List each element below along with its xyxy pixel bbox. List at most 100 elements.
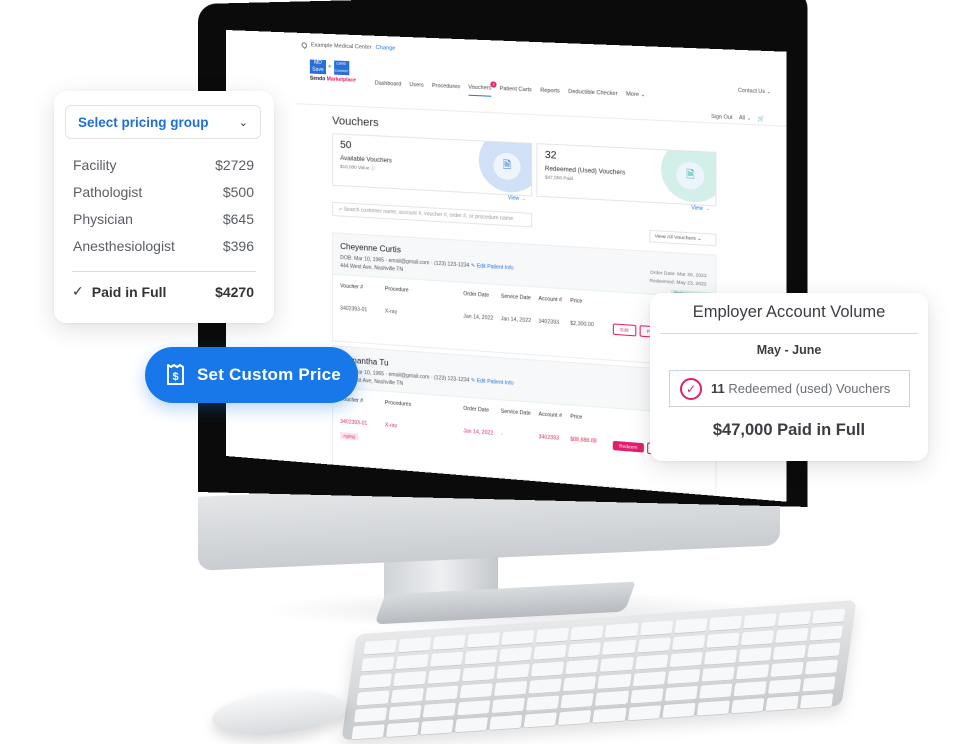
keyboard-key [425, 685, 459, 702]
redeem-button[interactable]: Redeem [612, 440, 644, 453]
keyboard-key [767, 678, 802, 695]
keyboard-key [627, 705, 661, 722]
keyboard-key [738, 647, 772, 664]
patient-address: 444 West Ave, Nashville TN [340, 263, 404, 273]
keyboard-key [563, 676, 597, 693]
keyboard-key [393, 671, 427, 688]
keyboard-key [489, 714, 523, 731]
nav-users[interactable]: Users [409, 82, 423, 94]
keyboard-key [560, 693, 595, 710]
patient-name: Cheyenne Curtis [340, 241, 401, 255]
edit-button[interactable]: Edit [612, 323, 637, 337]
keyboard-key [701, 666, 735, 683]
page-title: Vouchers [332, 114, 379, 130]
stat-sub: $47,000 Paid [544, 174, 573, 182]
nav-procedures[interactable]: Procedures [432, 83, 460, 95]
keyboard-key [811, 608, 846, 625]
keyboard-key [802, 676, 836, 693]
keyboard-key [636, 637, 671, 654]
keyboard-key [390, 687, 425, 705]
keyboard-key [770, 661, 804, 678]
redeemed-vouchers-card[interactable]: 🗎 32 Redeemed (Used) Vouchers $47,000 Pa… [536, 143, 717, 207]
keyboard-key [430, 651, 464, 668]
keyboard-key [491, 697, 526, 714]
user-controls: Sign Out All ⌄ 🛒 [711, 114, 764, 123]
keyboard-key [523, 712, 558, 729]
location-bar: Example Medical Center Change [300, 41, 396, 52]
keyboard-key [639, 620, 673, 637]
nav-dashboard[interactable]: Dashboard [375, 80, 402, 92]
keyboard-key [600, 656, 634, 673]
keyboard-key [809, 625, 843, 642]
view-all-vouchers-select[interactable]: View All Vouchers ⌄ [649, 229, 717, 247]
change-location-link[interactable]: Change [376, 45, 396, 52]
pricing-group-select[interactable]: Select pricing group ⌄ [65, 105, 261, 139]
total-paid: $47,000 Paid in Full [712, 421, 866, 439]
employer-account-volume-card: Employer Account Volume May - June ✓ 11 … [650, 293, 928, 461]
keyboard-key [742, 613, 777, 630]
keyboard-key [703, 649, 738, 666]
nav-vouchers[interactable]: Vouchers 3 [468, 81, 497, 97]
stat-label: Available Vouchers [340, 155, 393, 165]
keyboard-key [533, 644, 567, 661]
cart-icon[interactable]: 🛒 [758, 116, 765, 123]
logo[interactable]: MD Save + CARE Connect Sendo Marketplace [309, 59, 357, 84]
keyboard-key [708, 615, 742, 632]
logo-plus: + [328, 64, 332, 71]
keyboard-key [807, 642, 841, 659]
nav-more[interactable]: More ⌄ [626, 91, 645, 103]
keyboard-key [464, 649, 498, 666]
edit-patient-info-link[interactable]: ✎ Edit Patient Info [471, 263, 514, 272]
keyboard-key [558, 710, 592, 727]
keyboard-key [765, 695, 799, 712]
keyboard-key [661, 702, 696, 720]
keyboard-key [705, 632, 740, 649]
redeemed-count: 11 [711, 381, 725, 396]
mouse [210, 685, 348, 741]
patient-dates: Order Date: Mar 29, 2022 Redeemed: May 2… [649, 269, 707, 287]
receipt-dollar-icon: $ [167, 364, 184, 385]
card-title: Employer Account Volume [692, 303, 886, 321]
keyboard-key [385, 721, 420, 739]
keyboard-key [427, 668, 462, 685]
paid-in-full-row: ✓ Paid in Full $4270 [72, 283, 254, 300]
keyboard-key [730, 698, 765, 715]
document-search-icon: 🗎 [493, 152, 521, 181]
keyboard-key [351, 724, 385, 741]
keyboard-key [698, 683, 733, 700]
keyboard-key [772, 644, 807, 662]
care-connect-logo: CARE Connect [333, 60, 349, 76]
keyboard-key [422, 702, 457, 719]
nav-deductible-checker[interactable]: Deductible Checker [568, 89, 617, 103]
keyboard-key [353, 707, 388, 724]
keyboard-key [358, 673, 393, 690]
mdsave-logo: MD Save [309, 59, 327, 75]
keyboard-key [356, 690, 390, 707]
set-custom-price-button[interactable]: $ Set Custom Price [145, 347, 358, 403]
nav-reports[interactable]: Reports [540, 88, 560, 100]
keyboard-key [671, 635, 705, 652]
total-price: $4270 [215, 283, 254, 300]
contact-us-menu[interactable]: Contact Us ⌄ [738, 88, 771, 96]
keyboard-key [664, 685, 698, 703]
keyboard-key [531, 661, 565, 678]
keyboard-key [696, 700, 730, 717]
language-select[interactable]: All ⌄ [739, 115, 751, 122]
keyboard-key [565, 659, 600, 676]
keyboard-key [388, 704, 422, 722]
keyboard-key [733, 681, 767, 698]
checkmark-icon: ✓ [72, 283, 84, 299]
keyboard-key [363, 639, 397, 656]
keyboard-key [454, 717, 489, 734]
keyboard-key [535, 627, 570, 644]
edit-patient-info-link[interactable]: ✎ Edit Patient Info [471, 378, 514, 387]
redeemed-vouchers-summary: ✓ 11 Redeemed (used) Vouchers [669, 370, 910, 407]
keyboard-key [457, 700, 491, 717]
nav-patient-carts[interactable]: Patient Carts [500, 86, 532, 99]
price-row-pathologist: Pathologist $500 [73, 184, 254, 200]
divider [72, 271, 256, 272]
keyboard-key [629, 688, 664, 705]
sign-out-link[interactable]: Sign Out [711, 114, 732, 121]
keyboard-key [526, 695, 560, 712]
keyboard-key [602, 639, 636, 656]
